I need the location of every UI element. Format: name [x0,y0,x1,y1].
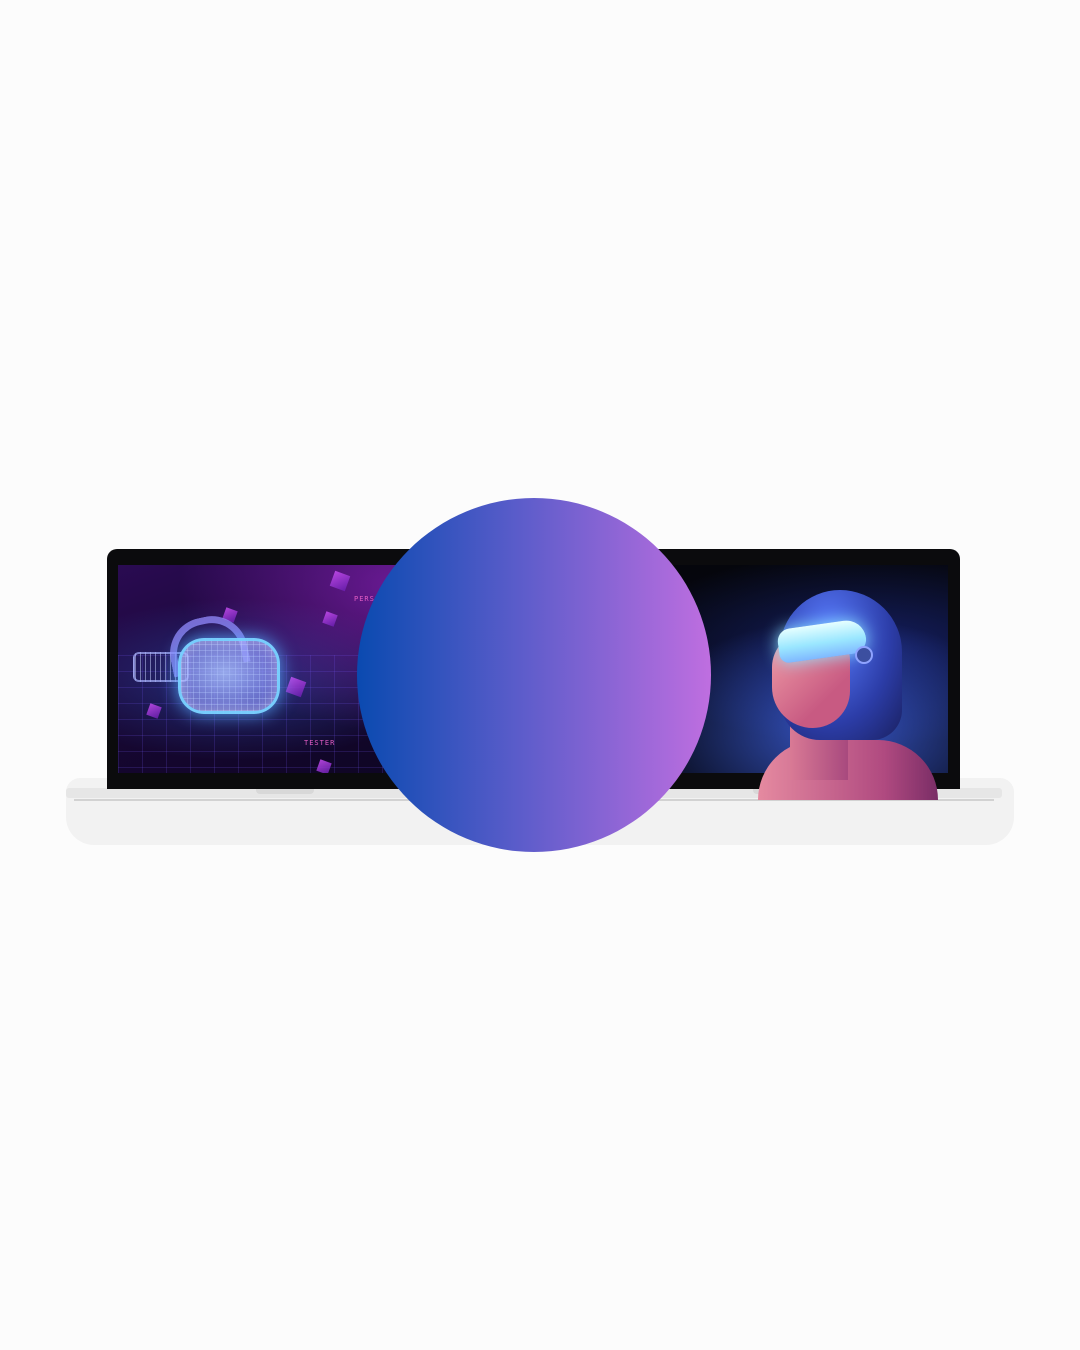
screen-label: TESTER [304,739,336,747]
laptop-hinge-left [256,789,314,794]
woman-shoulders [758,740,938,800]
visor-clip [855,646,873,664]
cube-shape [329,570,351,592]
laptop-mockup-scene: PERSP TESTER [0,0,1080,1350]
cube-shape [322,611,338,627]
vr-headset-icon [178,638,280,714]
gradient-circle [357,498,711,852]
